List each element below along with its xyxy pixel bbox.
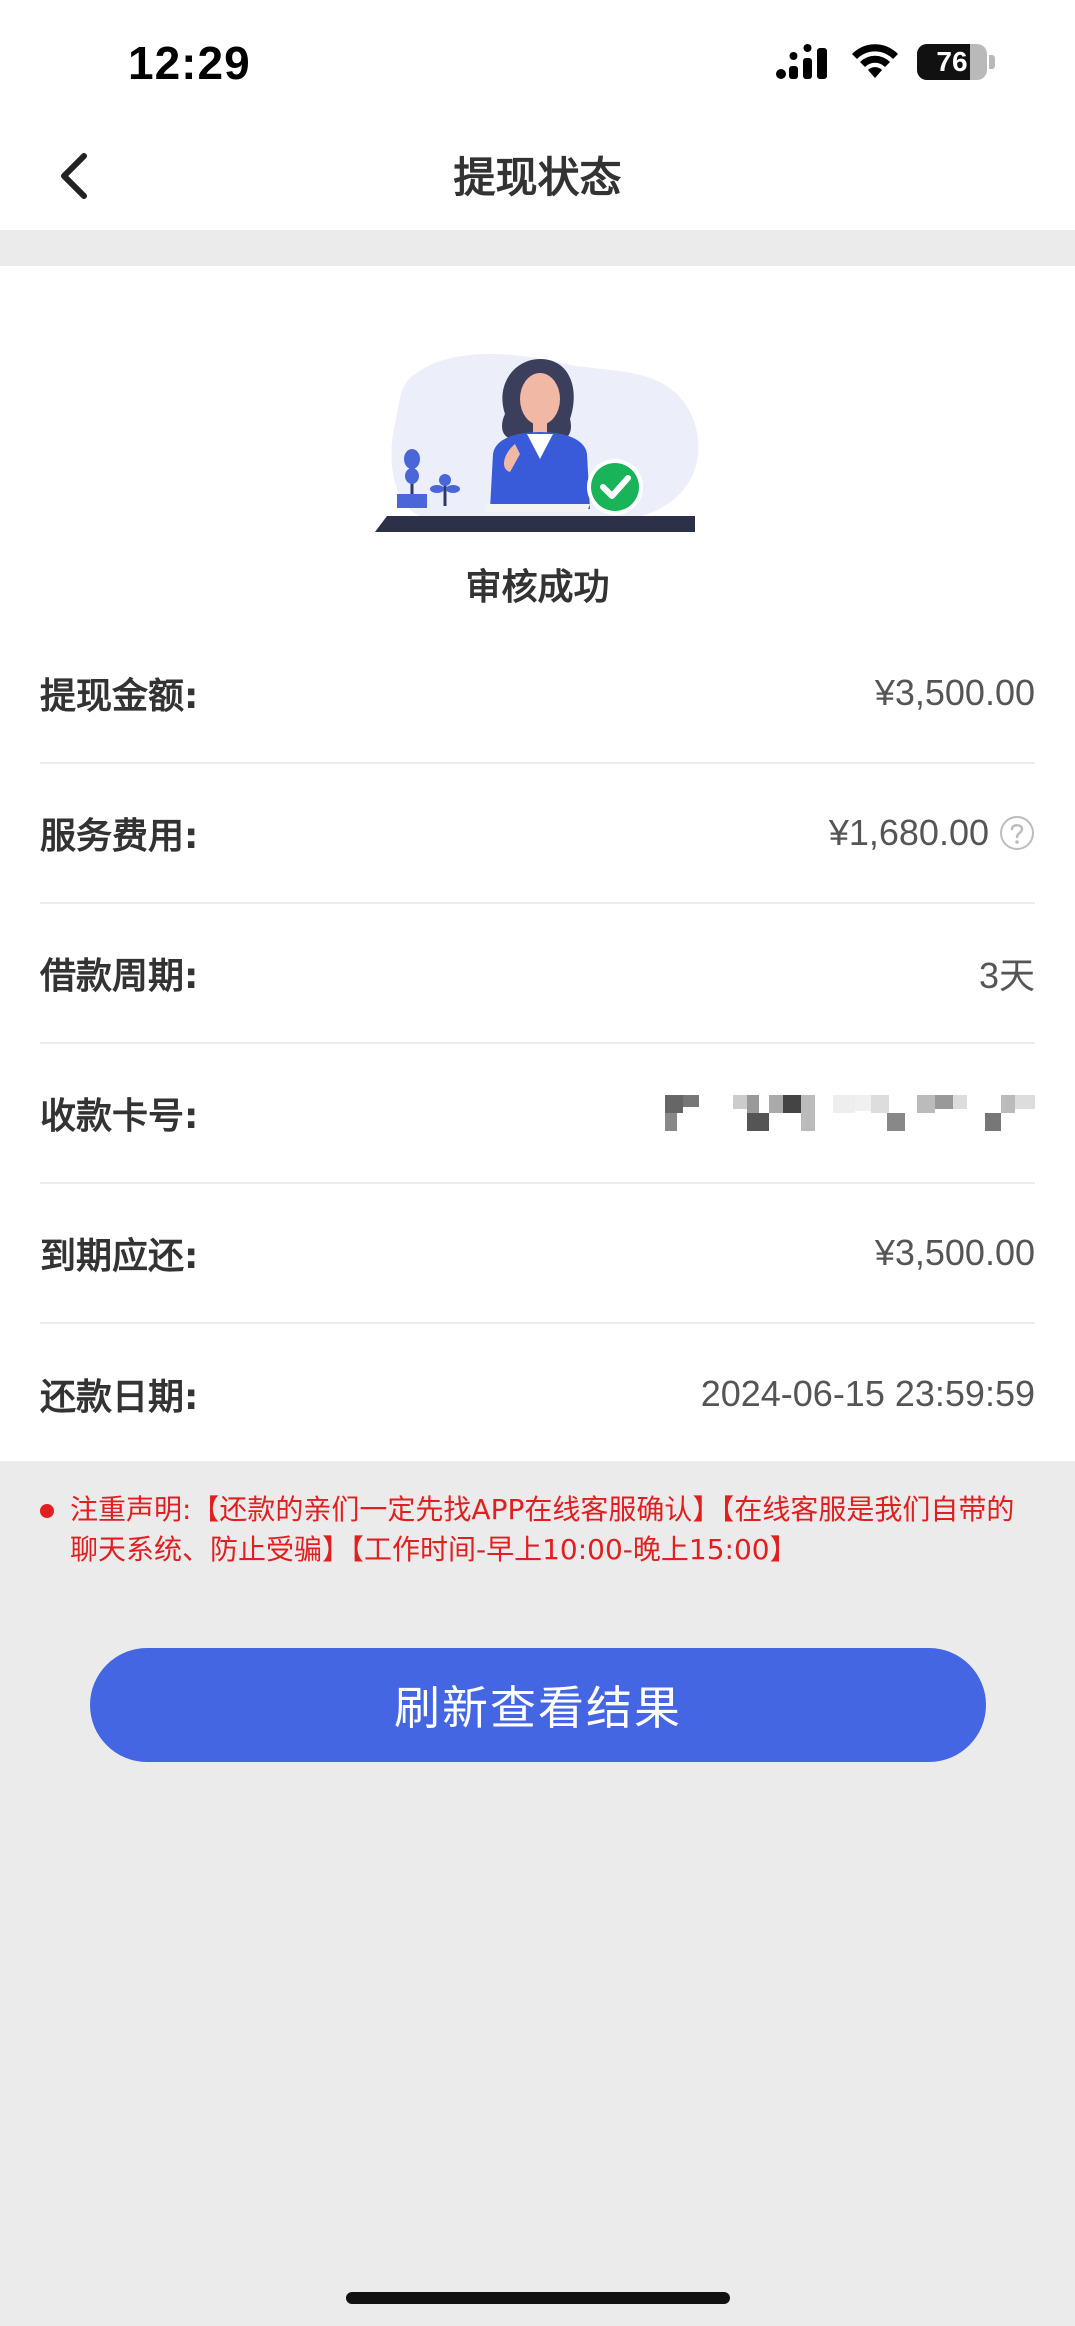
- approval-illustration: [375, 354, 699, 532]
- detail-row-withdraw-amount: 提现金额: ¥3,500.00: [40, 624, 1035, 764]
- status-bar: 12:29 76: [0, 0, 1075, 120]
- battery-tip: [989, 55, 995, 69]
- detail-value: 3天: [978, 955, 1035, 996]
- detail-row-due-amount: 到期应还: ¥3,500.00: [40, 1184, 1035, 1324]
- detail-value: ¥3,500.00: [874, 672, 1035, 713]
- detail-label: 提现金额:: [40, 676, 199, 717]
- detail-label: 还款日期:: [40, 1377, 199, 1418]
- masked-card-number: [665, 1095, 1035, 1131]
- detail-label: 到期应还:: [40, 1236, 199, 1277]
- nav-bar: 提现状态: [0, 120, 1075, 230]
- wifi-icon: [852, 44, 898, 78]
- status-card: 审核成功 提现金额: ¥3,500.00 服务费用: ¥1,680.00 借款周…: [0, 266, 1075, 1461]
- detail-label: 服务费用:: [40, 816, 199, 857]
- detail-value-wrap: ¥1,680.00: [829, 812, 1035, 854]
- notice-text-block: 注重声明:【还款的亲们一定先找APP在线客服确认】【在线客服是我们自带的聊天系统…: [38, 1490, 1025, 1570]
- page-title: 提现状态: [453, 153, 622, 202]
- detail-label: 收款卡号:: [40, 1096, 199, 1137]
- detail-row-service-fee: 服务费用: ¥1,680.00: [40, 764, 1035, 904]
- status-time: 12:29: [128, 37, 251, 89]
- detail-value: ¥3,500.00: [874, 1232, 1035, 1273]
- refresh-result-button[interactable]: 刷新查看结果: [90, 1648, 986, 1762]
- battery-icon: 76: [917, 44, 987, 80]
- detail-value: ¥1,680.00: [828, 812, 989, 853]
- battery-level: 76: [936, 46, 968, 77]
- notice-bullet-icon: [40, 1504, 54, 1518]
- detail-row-loan-period: 借款周期: 3天: [40, 904, 1035, 1044]
- status-icons: 76: [775, 42, 995, 82]
- signal-icon: [776, 44, 827, 79]
- detail-row-repay-date: 还款日期: 2024-06-15 23:59:59: [40, 1324, 1035, 1464]
- detail-label: 借款周期:: [40, 956, 199, 997]
- details-list: 提现金额: ¥3,500.00 服务费用: ¥1,680.00 借款周期: 3天…: [40, 624, 1035, 1464]
- home-indicator[interactable]: [346, 2292, 730, 2304]
- detail-row-card-number: 收款卡号:: [40, 1044, 1035, 1184]
- detail-value: 2024-06-15 23:59:59: [700, 1373, 1035, 1414]
- notice-text: 注重声明:【还款的亲们一定先找APP在线客服确认】【在线客服是我们自带的聊天系统…: [70, 1493, 1015, 1566]
- result-status: 审核成功: [465, 567, 610, 608]
- question-circle-icon[interactable]: [999, 815, 1035, 851]
